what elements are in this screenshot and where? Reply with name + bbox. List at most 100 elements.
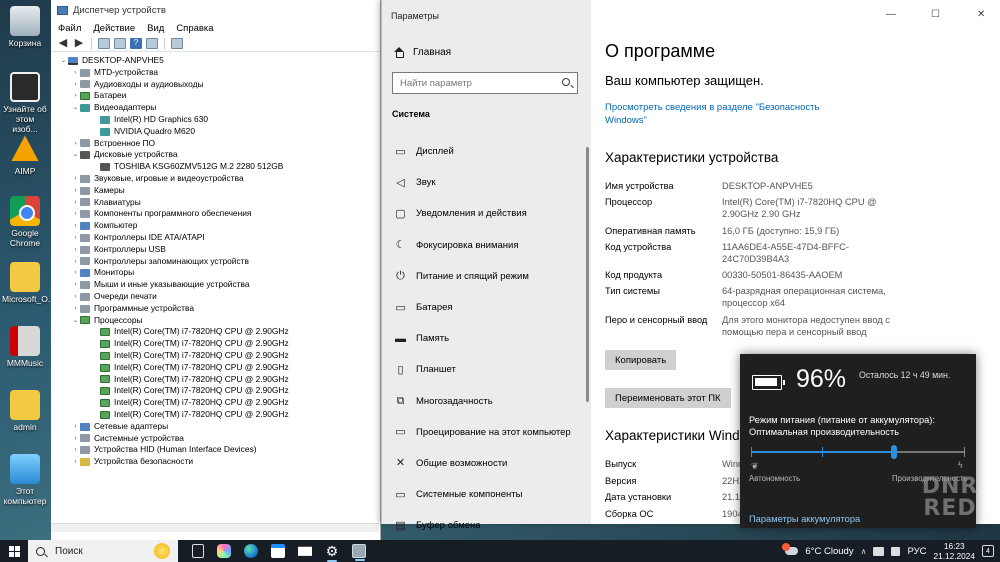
taskbar-search[interactable]: Поиск	[28, 540, 178, 562]
tree-node[interactable]: Intel(R) Core(TM) i7-7820HQ CPU @ 2.90GH…	[51, 385, 380, 397]
tree-node[interactable]: › Очереди печати	[51, 291, 380, 303]
nav-item[interactable]: ◁ Звук	[382, 167, 589, 198]
desktop-icon[interactable]: Корзина	[2, 6, 48, 48]
expand-chevron-icon[interactable]: ›	[71, 173, 80, 185]
tree-node[interactable]: › Контроллеры запоминающих устройств	[51, 256, 380, 268]
tree-node[interactable]: Intel(R) Core(TM) i7-7820HQ CPU @ 2.90GH…	[51, 397, 380, 409]
sidebar-scrollbar[interactable]	[586, 147, 589, 402]
nav-item[interactable]: ✕ Общие возможности	[382, 448, 589, 479]
weather-icon[interactable]	[782, 543, 799, 555]
nav-item[interactable]: ⧉ Многозадачность	[382, 386, 589, 417]
search-icon[interactable]	[562, 78, 570, 86]
nav-item[interactable]: ☾ Фокусировка внимания	[382, 230, 589, 261]
tree-node[interactable]: › MTD-устройства	[51, 67, 380, 79]
desktop-icon[interactable]: AIMP	[2, 134, 48, 176]
expand-chevron-icon[interactable]: ›	[71, 303, 80, 315]
nav-item[interactable]: ▤ Буфер обмена	[382, 510, 589, 541]
menu-help[interactable]: Справка	[176, 23, 213, 34]
desktop-icon[interactable]: Этот компьютер	[2, 454, 48, 506]
back-arrow-icon[interactable]: ◀	[57, 38, 69, 49]
desktop-icon[interactable]: admin	[2, 390, 48, 432]
power-mode-slider[interactable]	[751, 445, 965, 459]
action-pane-icon[interactable]	[146, 38, 158, 49]
expand-chevron-icon[interactable]: ›	[71, 279, 80, 291]
horizontal-scrollbar[interactable]	[51, 523, 379, 532]
desktop-icon[interactable]: Google Chrome	[2, 196, 48, 248]
expand-chevron-icon[interactable]: ›	[71, 138, 80, 150]
desktop-icon[interactable]: Узнайте об этом изоб...	[2, 72, 48, 134]
expand-chevron-icon[interactable]: ›	[71, 67, 80, 79]
nav-item[interactable]: ▭ Дисплей	[382, 136, 589, 167]
copy-button[interactable]: Копировать	[605, 350, 677, 370]
tree-node[interactable]: Intel(R) Core(TM) i7-7820HQ CPU @ 2.90GH…	[51, 374, 380, 386]
tree-node[interactable]: › Камеры	[51, 185, 380, 197]
show-hide-console-icon[interactable]	[114, 38, 126, 49]
expand-chevron-icon[interactable]: ›	[71, 79, 80, 91]
tree-node[interactable]: › Устройства безопасности	[51, 456, 380, 468]
nav-item[interactable]: ▭ Проецирование на этот компьютер	[382, 417, 589, 448]
tree-node[interactable]: ⌄ Дисковые устройства	[51, 149, 380, 161]
tree-node[interactable]: TOSHIBA KSG60ZMV512G M.2 2280 512GB	[51, 161, 380, 173]
forward-arrow-icon[interactable]: ▶	[73, 38, 85, 49]
tree-node[interactable]: › Сетевые адаптеры	[51, 421, 380, 433]
tree-node[interactable]: › Батареи	[51, 90, 380, 102]
battery-tray-icon[interactable]	[873, 546, 885, 556]
menu-view[interactable]: Вид	[147, 23, 164, 34]
tree-node[interactable]: Intel(R) Core(TM) i7-7820HQ CPU @ 2.90GH…	[51, 350, 380, 362]
tree-node[interactable]: ⌄ Процессоры	[51, 315, 380, 327]
nav-item[interactable]: ▭ Системные компоненты	[382, 479, 589, 510]
expand-chevron-icon[interactable]: ›	[71, 208, 80, 220]
nav-item[interactable]: ▬ Память	[382, 323, 589, 354]
menu-file[interactable]: Файл	[58, 23, 81, 34]
expand-chevron-icon[interactable]: ›	[71, 256, 80, 268]
maximize-icon[interactable]: ☐	[931, 9, 940, 20]
tree-node[interactable]: › Компьютер	[51, 220, 380, 232]
tree-node[interactable]: Intel(R) Core(TM) i7-7820HQ CPU @ 2.90GH…	[51, 338, 380, 350]
tree-node[interactable]: › Устройства HID (Human Interface Devices…	[51, 444, 380, 456]
settings-gear-icon[interactable]: ⚙	[325, 544, 339, 562]
search-highlight-icon[interactable]	[154, 543, 170, 559]
help-icon[interactable]: ?	[130, 38, 142, 49]
speaker-icon[interactable]	[891, 546, 901, 556]
tree-node[interactable]: › Программные устройства	[51, 303, 380, 315]
weather-text[interactable]: 6°C Cloudy	[805, 546, 853, 557]
scan-hardware-icon[interactable]	[171, 38, 183, 49]
expand-chevron-icon[interactable]: ›	[71, 220, 80, 232]
tree-node[interactable]: › Звуковые, игровые и видеоустройства	[51, 173, 380, 185]
mail-icon[interactable]	[298, 546, 312, 556]
tree-node[interactable]: Intel(R) Core(TM) i7-7820HQ CPU @ 2.90GH…	[51, 409, 380, 421]
nav-item[interactable]: ⏻ Питание и спящий режим	[382, 261, 589, 292]
store-icon[interactable]	[271, 544, 285, 558]
chevron-up-icon[interactable]: ∧	[861, 547, 867, 556]
tree-node[interactable]: › Контроллеры USB	[51, 244, 380, 256]
expand-chevron-icon[interactable]: ›	[71, 421, 80, 433]
expand-chevron-icon[interactable]: ›	[71, 433, 80, 445]
tree-node[interactable]: › Системные устройства	[51, 433, 380, 445]
start-button[interactable]	[0, 540, 28, 562]
tree-node[interactable]: Intel(R) Core(TM) i7-7820HQ CPU @ 2.90GH…	[51, 362, 380, 374]
expand-chevron-icon[interactable]: ›	[71, 185, 80, 197]
tree-node[interactable]: › Встроенное ПО	[51, 138, 380, 150]
desktop-icon[interactable]: Microsoft_O...	[2, 262, 55, 304]
expand-chevron-icon[interactable]: ›	[71, 444, 80, 456]
tree-node[interactable]: NVIDIA Quadro M620	[51, 126, 380, 138]
close-icon[interactable]: ✕	[977, 9, 985, 20]
tree-node[interactable]: Intel(R) Core(TM) i7-7820HQ CPU @ 2.90GH…	[51, 326, 380, 338]
expand-chevron-icon[interactable]: ›	[71, 197, 80, 209]
nav-item[interactable]: ▭ Батарея	[382, 292, 589, 323]
expand-chevron-icon[interactable]: ›	[71, 90, 80, 102]
tree-node[interactable]: › Мыши и иные указывающие устройства	[51, 279, 380, 291]
tree-node[interactable]: › Мониторы	[51, 267, 380, 279]
expand-chevron-icon[interactable]: ›	[71, 456, 80, 468]
expand-chevron-icon[interactable]: ›	[71, 232, 80, 244]
settings-search-input[interactable]	[400, 77, 560, 89]
expand-chevron-icon[interactable]: ›	[71, 244, 80, 256]
task-view-icon[interactable]	[192, 544, 204, 558]
menu-action[interactable]: Действие	[93, 23, 135, 34]
tree-node[interactable]: Intel(R) HD Graphics 630	[51, 114, 380, 126]
language-indicator[interactable]: РУС	[907, 546, 926, 557]
collapse-chevron-icon[interactable]: ⌄	[71, 149, 80, 161]
rename-pc-button[interactable]: Переименовать этот ПК	[605, 388, 731, 408]
battery-settings-link[interactable]: Параметры аккумулятора	[749, 514, 860, 524]
tree-node[interactable]: › Клавиатуры	[51, 197, 380, 209]
